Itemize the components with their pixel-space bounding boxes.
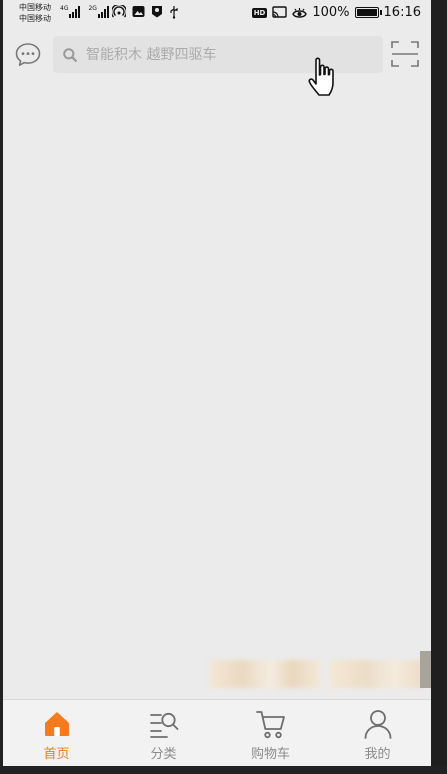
hd-badge: HD bbox=[251, 7, 268, 18]
battery-percent: 100% bbox=[312, 5, 350, 20]
hand-pointer-icon bbox=[308, 57, 334, 96]
blurred-promo-item bbox=[210, 660, 320, 688]
signal-2: 2G bbox=[88, 5, 109, 18]
hotspot-icon bbox=[112, 5, 126, 18]
status-bar: 中国移动 中国移动 4G 2G HD 100% 16:16 bbox=[3, 0, 431, 28]
tab-label-home: 首页 bbox=[43, 747, 70, 762]
carrier-1: 中国移动 bbox=[19, 3, 51, 12]
eye-comfort-icon bbox=[292, 7, 308, 18]
tab-cart[interactable]: 购物车 bbox=[217, 700, 324, 766]
category-search-icon bbox=[149, 712, 178, 738]
screen-edge-bottom bbox=[0, 766, 447, 774]
notification-icons bbox=[112, 5, 179, 19]
carrier-labels: 中国移动 中国移动 bbox=[19, 2, 51, 24]
profile-icon bbox=[364, 710, 391, 739]
tab-label-cart: 购物车 bbox=[250, 747, 290, 762]
signal-bars-icon bbox=[97, 6, 109, 18]
signal-1: 4G bbox=[60, 5, 81, 18]
status-right: HD 100% 16:16 bbox=[251, 5, 421, 20]
tab-profile[interactable]: 我的 bbox=[324, 700, 431, 766]
search-icon bbox=[63, 47, 77, 62]
clock: 16:16 bbox=[383, 5, 421, 20]
blurred-promo-item bbox=[330, 660, 422, 688]
signal-bars-icon bbox=[69, 6, 81, 18]
app-notification-icon bbox=[152, 6, 162, 18]
screen-edge bbox=[431, 0, 447, 774]
message-icon[interactable] bbox=[13, 40, 43, 70]
signal-indicators: 4G 2G bbox=[60, 6, 109, 18]
tab-label-category: 分类 bbox=[150, 747, 177, 762]
battery-fill bbox=[356, 9, 377, 16]
tab-category[interactable]: 分类 bbox=[110, 700, 217, 766]
battery-icon bbox=[354, 7, 382, 18]
cart-icon bbox=[255, 711, 285, 739]
cast-icon bbox=[272, 6, 288, 18]
usb-icon bbox=[170, 6, 178, 19]
floating-side-tab[interactable] bbox=[420, 651, 431, 688]
network-type-2: 2G bbox=[88, 5, 97, 12]
home-icon bbox=[44, 712, 69, 736]
network-type-1: 4G bbox=[60, 5, 69, 12]
tab-home[interactable]: 首页 bbox=[3, 700, 110, 766]
gallery-icon bbox=[132, 6, 145, 17]
carrier-2: 中国移动 bbox=[19, 14, 51, 23]
bottom-tab-bar: 首页 分类 购物车 我的 bbox=[3, 699, 431, 766]
top-header bbox=[3, 36, 431, 74]
tab-label-profile: 我的 bbox=[364, 747, 391, 762]
app-screen: 中国移动 中国移动 4G 2G HD 100% 16:16 智能积木 越野四驱车… bbox=[3, 0, 431, 766]
scan-icon[interactable] bbox=[391, 40, 419, 68]
